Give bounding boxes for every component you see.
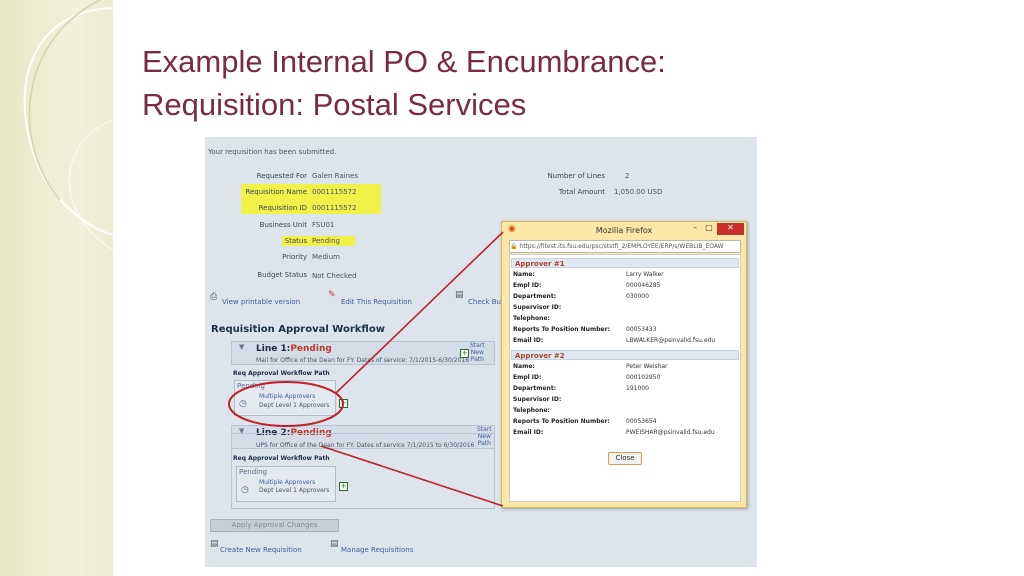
approver2-telephone-label: Telephone: bbox=[513, 407, 550, 414]
line1-clock-icon: ◷ bbox=[239, 399, 247, 409]
close-button[interactable]: Close bbox=[608, 452, 642, 465]
approver2-email-label: Email ID: bbox=[513, 429, 544, 436]
line1-approver-add-icon[interactable]: + bbox=[339, 399, 348, 408]
approver1-position-value: 00053433 bbox=[626, 326, 657, 333]
slide-title: Example Internal PO & Encumbrance: Requi… bbox=[142, 40, 942, 126]
line1-prefix: Line 1: bbox=[256, 344, 291, 354]
line1-header: Line 1:Pending bbox=[256, 344, 332, 354]
requisition-id-value: 0001115572 bbox=[312, 204, 357, 212]
lock-icon: 🔒 bbox=[510, 243, 518, 250]
decorative-curves bbox=[23, 0, 113, 251]
approver1-name-label: Name: bbox=[513, 271, 535, 278]
slide-title-line1: Example Internal PO & Encumbrance: bbox=[142, 44, 666, 79]
business-unit-label: Business Unit bbox=[259, 221, 307, 229]
approver2-name-value: Peter Weishar bbox=[626, 363, 668, 370]
approver-popup-window: ◉ Mozilla Firefox – □ ✕ 🔒 https://fitest… bbox=[501, 221, 747, 508]
approver1-name-value: Larry Walker bbox=[626, 271, 664, 278]
total-amount-label: Total Amount bbox=[558, 188, 605, 196]
approver2-position-label: Reports To Position Number: bbox=[513, 418, 610, 425]
approver2-position-value: 00053654 bbox=[626, 418, 657, 425]
minimize-icon[interactable]: – bbox=[688, 223, 702, 235]
approver1-email-label: Email ID: bbox=[513, 337, 544, 344]
number-of-lines-label: Number of Lines bbox=[547, 172, 605, 180]
approver2-email-value: PWEISHAR@psinvalid.fsu.edu bbox=[626, 429, 715, 436]
edit-requisition-link[interactable]: Edit This Requisition bbox=[341, 298, 412, 306]
maximize-icon[interactable]: □ bbox=[702, 223, 716, 235]
view-printable-link[interactable]: View printable version bbox=[222, 298, 300, 306]
line2-start-word: Start bbox=[477, 426, 492, 433]
requisition-name-label: Requisition Name bbox=[245, 188, 307, 196]
approver1-position-label: Reports To Position Number: bbox=[513, 326, 610, 333]
line1-add-icon[interactable]: + bbox=[460, 349, 469, 358]
business-unit-value: FSU01 bbox=[312, 221, 335, 229]
approver2-supervisor-label: Supervisor ID: bbox=[513, 396, 562, 403]
line1-start-new-path[interactable]: Start New Path bbox=[470, 342, 485, 363]
line1-collapse-icon[interactable]: ▼ bbox=[239, 343, 244, 351]
workflow-title: Requisition Approval Workflow bbox=[211, 324, 385, 335]
slide-title-line2: Requisition: Postal Services bbox=[142, 87, 527, 122]
line1-pending-title: Pending bbox=[237, 382, 265, 390]
printer-icon: ⎙ bbox=[210, 292, 218, 302]
line1-multiple-approvers-link[interactable]: Multiple Approvers bbox=[259, 393, 315, 400]
popup-body: Approver #1 Name: Larry Walker Empl ID: … bbox=[509, 254, 741, 502]
submitted-message: Your requisition has been submitted. bbox=[208, 148, 337, 156]
approver2-department-value: 191000 bbox=[626, 385, 649, 392]
approver1-telephone-label: Telephone: bbox=[513, 315, 550, 322]
requisition-id-label: Requisition ID bbox=[258, 204, 307, 212]
priority-value: Medium bbox=[312, 253, 340, 261]
line1-path-label: Req Approval Workflow Path bbox=[233, 370, 330, 377]
approver1-department-value: 030000 bbox=[626, 293, 649, 300]
approver1-department-label: Department: bbox=[513, 293, 557, 300]
total-amount-value: 1,050.00 USD bbox=[614, 188, 663, 196]
approver2-department-label: Department: bbox=[513, 385, 557, 392]
approver1-emplid-value: 000046285 bbox=[626, 282, 661, 289]
pencil-icon: ✎ bbox=[328, 290, 336, 300]
slide-sidebar bbox=[0, 0, 113, 576]
approver1-email-value: LBWALKER@psinvalid.fsu.edu bbox=[626, 337, 716, 344]
approver2-emplid-label: Empl ID: bbox=[513, 374, 542, 381]
manage-requisitions-icon: ▤ bbox=[330, 539, 339, 549]
create-requisition-icon: ▤ bbox=[210, 539, 219, 549]
requested-for-label: Requested For bbox=[256, 172, 307, 180]
check-budget-link[interactable]: Check Bud bbox=[468, 298, 505, 306]
manage-requisitions-link[interactable]: Manage Requisitions bbox=[341, 546, 413, 554]
status-value: Pending bbox=[312, 237, 340, 245]
approver1-emplid-label: Empl ID: bbox=[513, 282, 542, 289]
approver1-supervisor-label: Supervisor ID: bbox=[513, 304, 562, 311]
line1-start-word: Start bbox=[470, 342, 485, 349]
url-bar[interactable]: 🔒 https://fitest.its.fsu.edu/psc/ststfi_… bbox=[509, 240, 741, 253]
approver2-name-label: Name: bbox=[513, 363, 535, 370]
line1-status: Pending bbox=[290, 344, 332, 354]
requisition-name-value: 0001115572 bbox=[312, 188, 357, 196]
number-of-lines-value: 2 bbox=[625, 172, 630, 180]
approver1-heading: Approver #1 bbox=[511, 258, 739, 268]
close-window-icon[interactable]: ✕ bbox=[717, 223, 744, 235]
line2-outline bbox=[231, 433, 495, 509]
requested-for-value: Galen Raines bbox=[312, 172, 358, 180]
create-new-requisition-link[interactable]: Create New Requisition bbox=[220, 546, 302, 554]
priority-label: Priority bbox=[282, 253, 307, 261]
apply-approval-changes-button[interactable]: Apply Approval Changes bbox=[210, 519, 339, 532]
url-text: https://fitest.its.fsu.edu/psc/ststfi_2/… bbox=[519, 243, 724, 250]
budget-status-value: Not Checked bbox=[312, 272, 357, 280]
approver2-emplid-value: 000102950 bbox=[626, 374, 661, 381]
line1-path-word: Path bbox=[470, 356, 484, 363]
budget-status-label: Budget Status bbox=[257, 271, 307, 279]
line1-new-word: New bbox=[470, 349, 484, 356]
line1-level: Dept Level 1 Approvers bbox=[259, 402, 330, 409]
approver2-heading: Approver #2 bbox=[511, 350, 739, 360]
status-label: Status bbox=[284, 237, 307, 245]
budget-check-icon: ▤ bbox=[455, 290, 464, 300]
line1-description: Mail for Office of the Dean for FY. Date… bbox=[256, 357, 470, 364]
